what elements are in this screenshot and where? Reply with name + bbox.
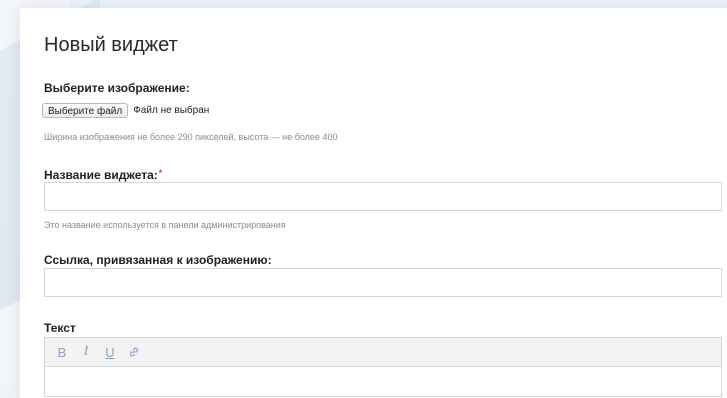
widget-name-hint: Это название используется в панели админ… — [44, 220, 286, 230]
page-title: Новый виджет — [44, 34, 178, 56]
link-label: Ссылка, привязанная к изображению: — [44, 253, 272, 267]
link-input[interactable] — [44, 268, 722, 297]
bold-button[interactable]: B — [51, 341, 73, 363]
italic-icon: I — [83, 344, 89, 359]
choose-file-button[interactable]: Выберите файл — [42, 103, 129, 118]
underline-icon: U — [105, 344, 115, 360]
link-icon — [129, 347, 139, 357]
italic-button[interactable]: I — [75, 341, 97, 363]
bold-icon: B — [57, 344, 67, 360]
widget-form-card: Новый виджет Выберите изображение: Выбер… — [20, 8, 727, 398]
file-status-text: Файл не выбран — [133, 105, 210, 116]
widget-name-label-text: Название виджета: — [44, 168, 158, 182]
text-editor[interactable]: B I U — [44, 337, 722, 397]
editor-toolbar: B I U — [45, 338, 721, 367]
image-label: Выберите изображение: — [44, 81, 190, 95]
text-label: Текст — [44, 321, 76, 335]
file-picker: Выберите файл Файл не выбран — [42, 103, 209, 118]
required-marker: * — [158, 168, 163, 178]
underline-button[interactable]: U — [99, 341, 121, 363]
widget-name-label: Название виджета:* — [44, 168, 162, 182]
image-size-hint: Ширина изображения не более 290 пикселей… — [44, 132, 338, 142]
link-button[interactable] — [123, 341, 145, 363]
widget-name-input[interactable] — [44, 182, 722, 211]
